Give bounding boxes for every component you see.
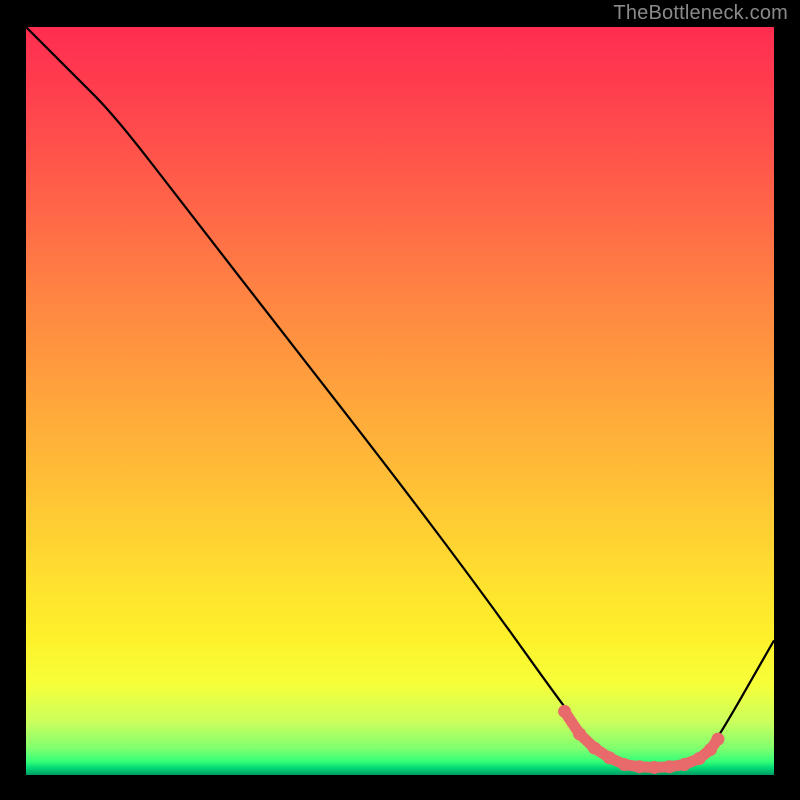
optimal-range-dot [663, 760, 676, 773]
optimal-range-dot [711, 733, 724, 746]
optimal-range-dot [618, 758, 631, 771]
bottleneck-curve [26, 27, 774, 768]
chart-overlay [26, 27, 774, 775]
attribution-text: TheBottleneck.com [613, 2, 788, 25]
optimal-range-dot [558, 705, 571, 718]
optimal-range-dot [678, 758, 691, 771]
optimal-range-dot [603, 751, 616, 764]
optimal-range-dot [648, 761, 661, 774]
optimal-range-dot [693, 752, 706, 765]
optimal-range-dot [633, 760, 646, 773]
optimal-range-dot [573, 727, 586, 740]
optimal-range-dot [588, 742, 601, 755]
chart-frame [26, 27, 774, 775]
optimal-range-markers [558, 705, 724, 774]
optimal-range-dot [704, 743, 717, 756]
